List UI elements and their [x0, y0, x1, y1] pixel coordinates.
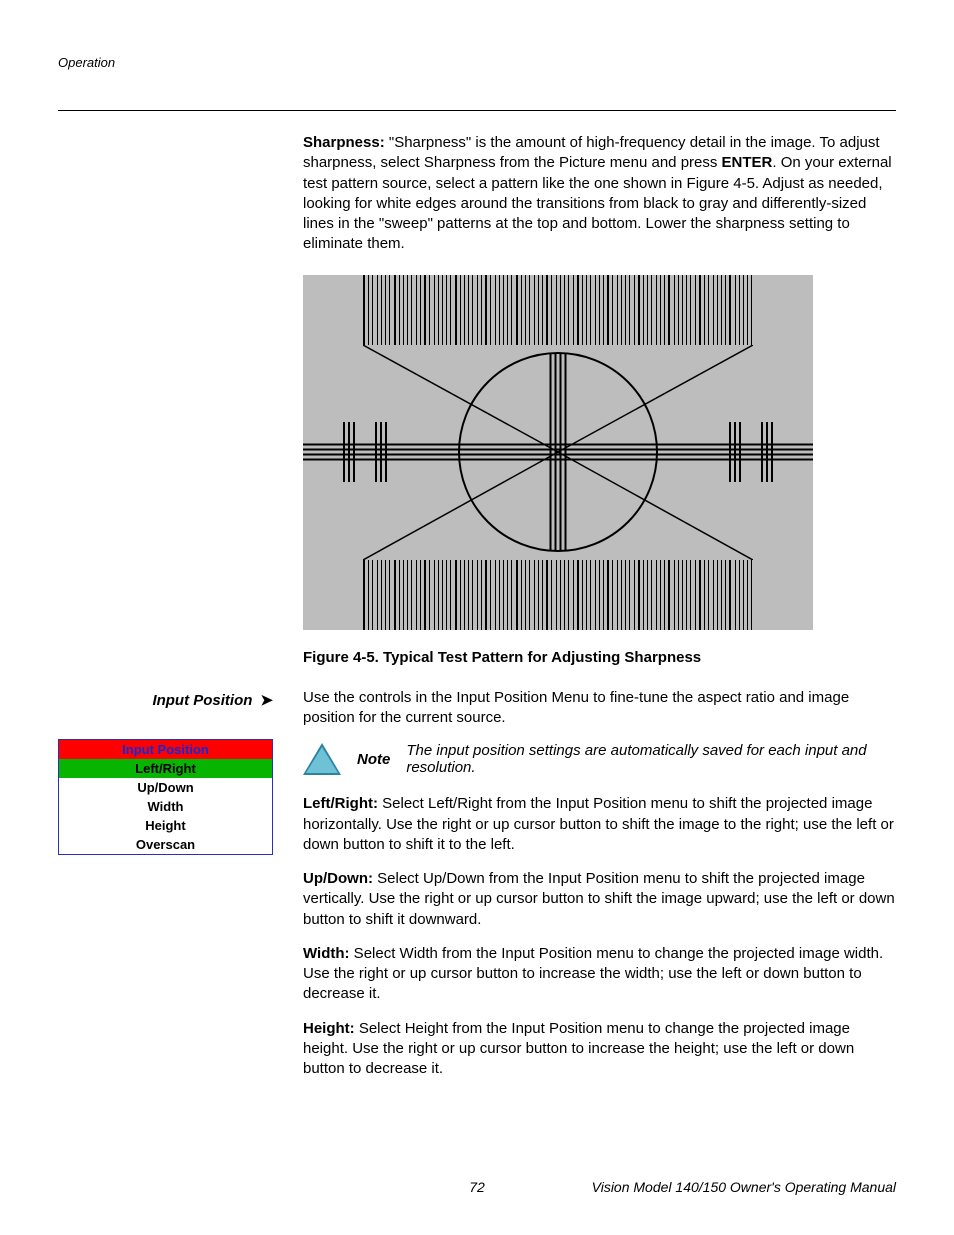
center-circle [458, 352, 658, 552]
up-down-paragraph: Up/Down: Select Up/Down from the Input P… [303, 869, 896, 930]
enter-key: ENTER [722, 154, 773, 171]
para-text: Select Height from the Input Position me… [303, 1020, 854, 1078]
input-position-menu: Input Position Left/Right Up/Down Width … [58, 739, 273, 855]
page-footer: 72 Vision Model 140/150 Owner's Operatin… [58, 1179, 896, 1195]
menu-item: Overscan [59, 835, 272, 854]
para-text: Select Left/Right from the Input Positio… [303, 795, 894, 853]
section-header: Operation [58, 55, 896, 70]
page-number: 72 [469, 1179, 485, 1195]
tick-left-inner [375, 422, 387, 482]
tick-right-outer [761, 422, 773, 482]
manual-title: Vision Model 140/150 Owner's Operating M… [592, 1179, 896, 1195]
arrow-right-icon: ➤ [260, 691, 273, 709]
sidebar-heading: Input Position ➤ [58, 691, 273, 709]
menu-item-highlighted: Left/Right [59, 759, 272, 778]
menu-item: Width [59, 797, 272, 816]
center-vertical-lines [550, 354, 567, 550]
para-label: Width: [303, 945, 350, 962]
tick-right-inner [729, 422, 741, 482]
left-right-paragraph: Left/Right: Select Left/Right from the I… [303, 794, 896, 855]
para-label: Left/Right: [303, 795, 378, 812]
para-text: Select Width from the Input Position men… [303, 945, 883, 1003]
sidebar-heading-text: Input Position [152, 692, 252, 709]
note-block: Note The input position settings are aut… [303, 742, 896, 776]
divider [58, 110, 896, 111]
para-label: Up/Down: [303, 870, 373, 887]
figure-caption: Figure 4-5. Typical Test Pattern for Adj… [303, 648, 896, 668]
sharpness-label: Sharpness: [303, 134, 385, 151]
warning-triangle-icon [303, 743, 341, 775]
test-pattern-figure [303, 275, 813, 630]
para-text: Select Up/Down from the Input Position m… [303, 870, 895, 928]
page-content: Input Position ➤ Input Position Left/Rig… [58, 133, 896, 1093]
sweep-top [363, 275, 753, 345]
menu-item: Height [59, 816, 272, 835]
width-paragraph: Width: Select Width from the Input Posit… [303, 944, 896, 1005]
left-margin: Input Position ➤ Input Position Left/Rig… [58, 133, 273, 1093]
menu-title: Input Position [59, 740, 272, 759]
note-text: The input position settings are automati… [406, 742, 896, 776]
main-column: Sharpness: "Sharpness" is the amount of … [303, 133, 896, 1093]
input-position-intro: Use the controls in the Input Position M… [303, 688, 896, 729]
menu-item: Up/Down [59, 778, 272, 797]
tick-left-outer [343, 422, 355, 482]
height-paragraph: Height: Select Height from the Input Pos… [303, 1019, 896, 1080]
sweep-bottom [363, 560, 753, 630]
para-label: Height: [303, 1020, 355, 1037]
note-label: Note [357, 751, 390, 768]
sharpness-paragraph: Sharpness: "Sharpness" is the amount of … [303, 133, 896, 255]
